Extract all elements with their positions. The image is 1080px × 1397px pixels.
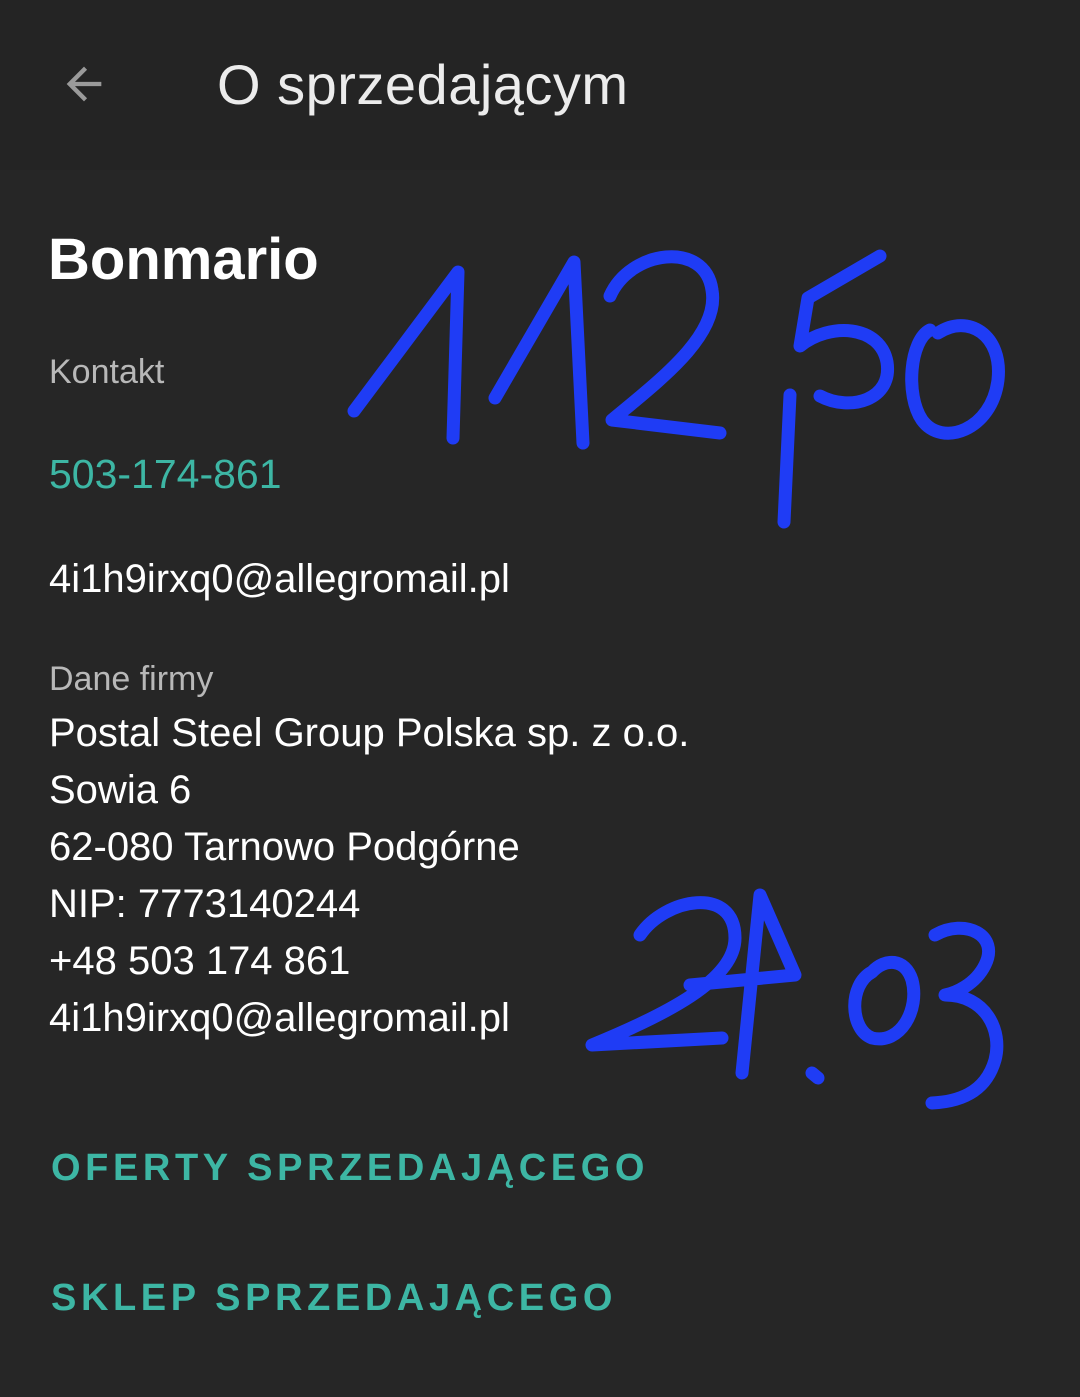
arrow-left-icon <box>66 66 102 102</box>
seller-name: Bonmario <box>48 227 319 292</box>
company-nip: NIP: 7773140244 <box>49 882 361 926</box>
seller-shop-button[interactable]: SKLEP SPRZEDAJĄCEGO <box>51 1275 617 1321</box>
company-name: Postal Steel Group Polska sp. z o.o. <box>49 711 690 755</box>
back-button[interactable] <box>44 44 124 124</box>
company-phone: +48 503 174 861 <box>49 939 351 983</box>
company-details: Postal Steel Group Polska sp. z o.o. Sow… <box>49 705 689 1047</box>
seller-offers-button[interactable]: OFERTY SPRZEDAJĄCEGO <box>51 1145 649 1191</box>
seller-phone-link[interactable]: 503-174-861 <box>49 450 282 498</box>
page-title: O sprzedającym <box>217 53 629 116</box>
app-bar: O sprzedającym <box>0 0 1080 170</box>
seller-info-section: Bonmario Kontakt 503-174-861 4i1h9irxq0@… <box>0 170 1080 1397</box>
company-city: 62-080 Tarnowo Podgórne <box>49 825 520 869</box>
company-street: Sowia 6 <box>49 768 192 812</box>
seller-email-link[interactable]: 4i1h9irxq0@allegromail.pl <box>49 555 510 603</box>
contact-label: Kontakt <box>49 353 165 391</box>
company-email: 4i1h9irxq0@allegromail.pl <box>49 996 510 1040</box>
company-data-label: Dane firmy <box>49 660 214 698</box>
